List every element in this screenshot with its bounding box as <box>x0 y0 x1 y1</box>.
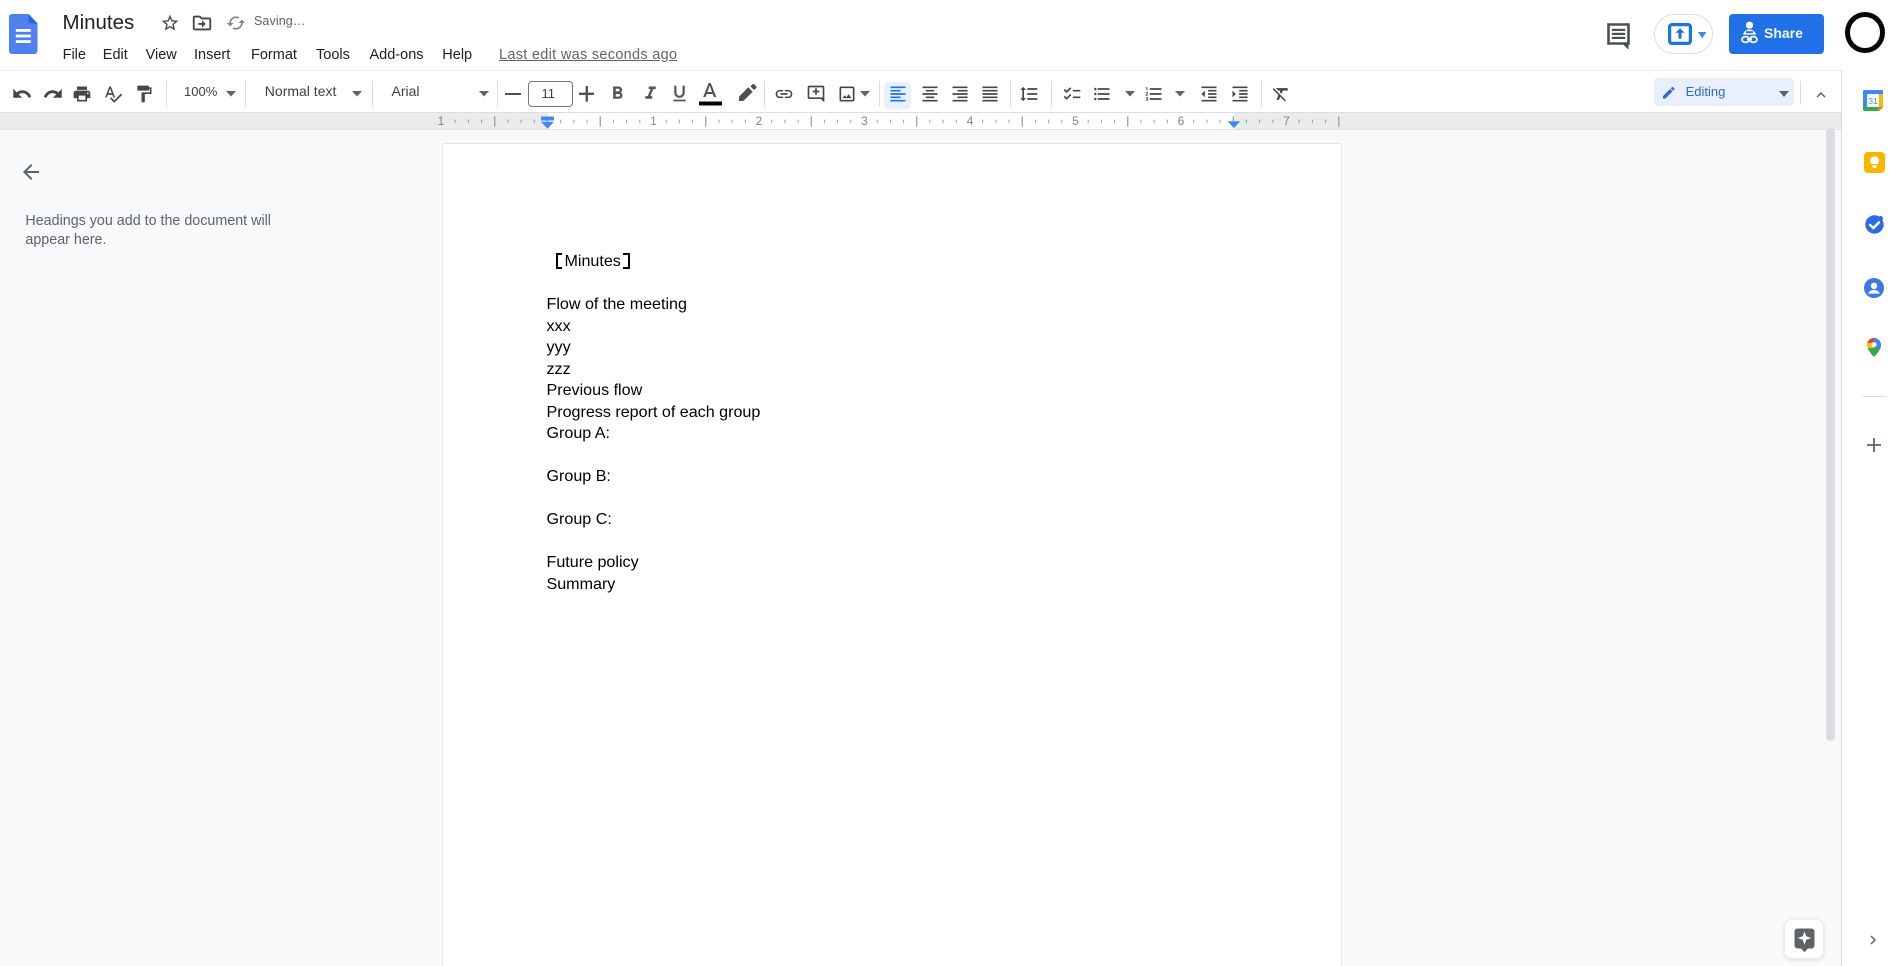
svg-text:31: 31 <box>1869 97 1879 107</box>
